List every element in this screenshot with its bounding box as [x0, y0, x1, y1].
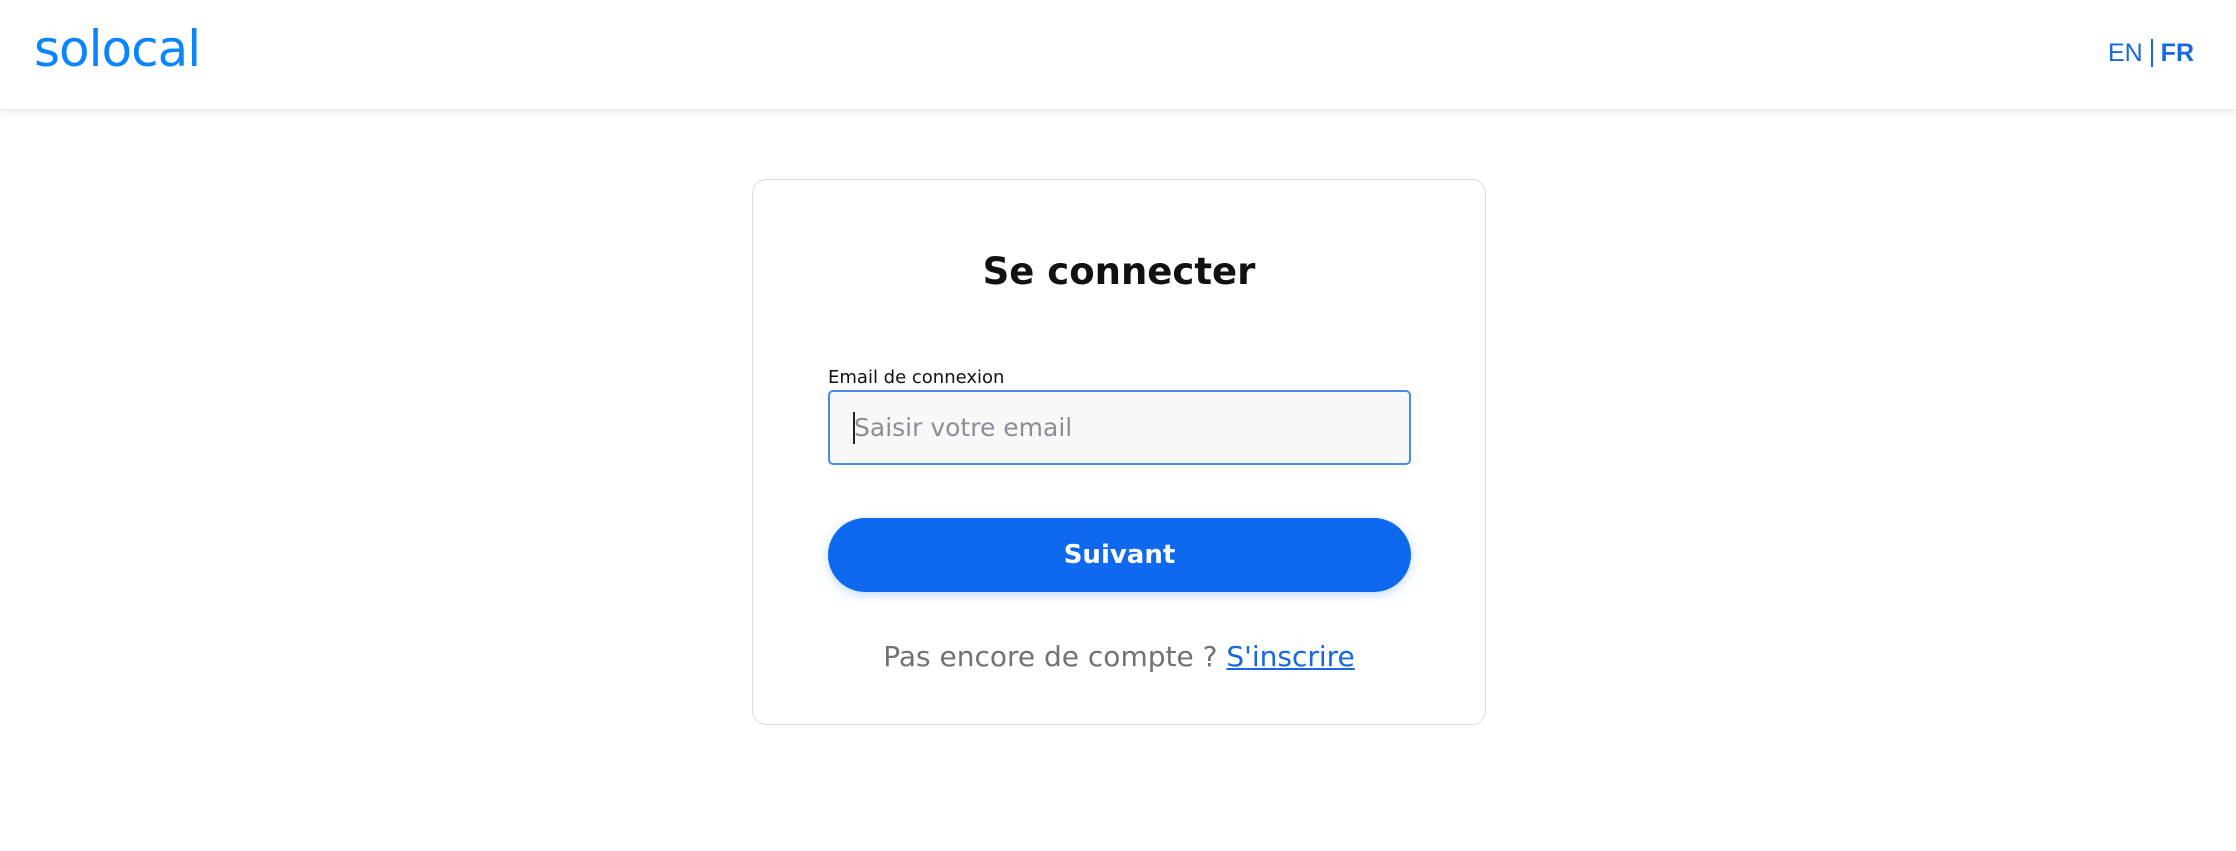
lang-en-link[interactable]: EN	[2108, 38, 2143, 68]
signup-row: Pas encore de compte ? S'inscrire	[753, 640, 1485, 674]
login-card: Se connecter Email de connexion Suivant …	[752, 179, 1486, 725]
language-switcher: EN FR	[2108, 38, 2194, 68]
next-button[interactable]: Suivant	[828, 518, 1411, 592]
lang-separator	[2150, 39, 2153, 67]
lang-fr-link[interactable]: FR	[2161, 38, 2194, 68]
signup-link[interactable]: S'inscrire	[1226, 640, 1354, 673]
page-title: Se connecter	[982, 250, 1256, 293]
email-label: Email de connexion	[828, 367, 1005, 388]
text-caret	[853, 412, 855, 444]
email-field[interactable]	[828, 390, 1411, 465]
signup-prompt: Pas encore de compte ?	[883, 640, 1227, 673]
top-header: solocal EN FR	[0, 0, 2236, 110]
solocal-logo[interactable]: solocal	[34, 16, 201, 82]
